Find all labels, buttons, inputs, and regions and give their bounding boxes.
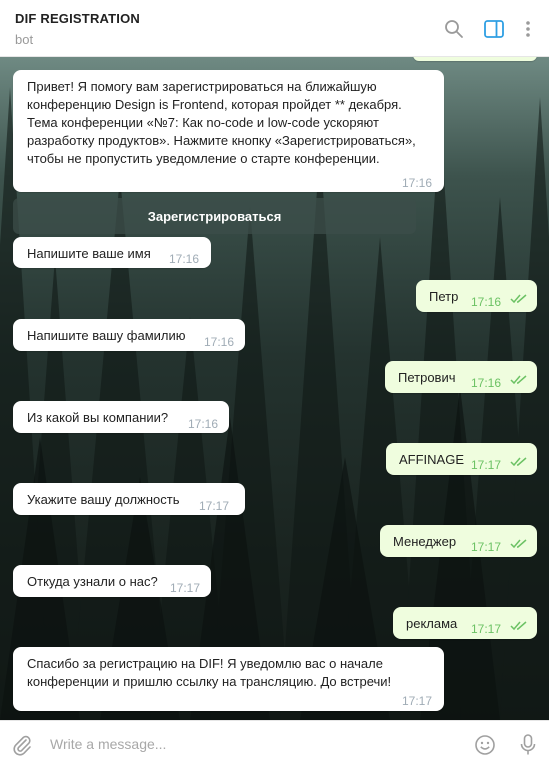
- message-bubble-out[interactable]: Петрович 17:16: [385, 361, 537, 393]
- message-time: 17:17: [471, 622, 502, 636]
- read-checkmarks-icon: [510, 294, 527, 304]
- attach-paperclip-icon[interactable]: [10, 733, 34, 757]
- chat-title[interactable]: DIF REGISTRATION: [15, 11, 140, 26]
- message-bubble-in[interactable]: Напишите вашу фамилию 17:16: [13, 319, 245, 351]
- message-time: 17:17: [170, 581, 201, 595]
- message-time: 17:17: [471, 458, 502, 472]
- message-bubble-farewell[interactable]: Спасибо за регистрацию на DIF! Я уведомл…: [13, 647, 444, 711]
- chat-history[interactable]: Привет! Я помогу вам зарегистрироваться …: [0, 57, 549, 720]
- message-bubble-welcome[interactable]: Привет! Я помогу вам зарегистрироваться …: [13, 70, 444, 192]
- read-checkmarks-icon: [510, 621, 527, 631]
- more-menu-icon[interactable]: [517, 18, 539, 40]
- message-text: AFFINAGE: [399, 452, 465, 467]
- read-checkmarks-icon: [510, 539, 527, 549]
- message-bubble-out[interactable]: Менеджер 17:17: [380, 525, 537, 557]
- message-time: 17:17: [199, 499, 230, 513]
- message-time: 17:17: [471, 540, 502, 554]
- message-bubble-in[interactable]: Напишите ваше имя 17:16: [13, 237, 211, 268]
- read-checkmarks-icon: [510, 375, 527, 385]
- message-time: 17:16: [471, 376, 502, 390]
- message-text: Привет! Я помогу вам зарегистрироваться …: [27, 79, 416, 166]
- partial-message-bubble: [413, 57, 537, 61]
- message-text: Из какой вы компании?: [27, 410, 169, 425]
- message-time: 17:16: [169, 252, 200, 266]
- message-time: 17:17: [402, 694, 433, 708]
- message-text: Менеджер: [393, 534, 457, 549]
- message-bubble-in[interactable]: Откуда узнали о нас? 17:17: [13, 565, 211, 597]
- message-bubble-out[interactable]: AFFINAGE 17:17: [386, 443, 537, 475]
- message-text: реклама: [406, 616, 458, 631]
- message-text: Укажите вашу должность: [27, 492, 180, 507]
- message-text: Петр: [429, 289, 459, 304]
- sidebar-toggle-icon[interactable]: [483, 18, 505, 40]
- message-input[interactable]: [50, 731, 450, 757]
- message-composer: [0, 720, 549, 767]
- read-checkmarks-icon: [510, 457, 527, 467]
- message-time: 17:16: [204, 335, 235, 349]
- chat-subtitle: bot: [15, 32, 34, 47]
- chat-header: DIF REGISTRATION bot: [0, 0, 549, 57]
- message-text: Напишите ваше имя: [27, 246, 151, 261]
- message-time: 17:16: [471, 295, 502, 309]
- message-text: Откуда узнали о нас?: [27, 574, 158, 589]
- message-bubble-out[interactable]: Петр 17:16: [416, 280, 537, 312]
- message-time: 17:16: [402, 176, 433, 190]
- microphone-icon[interactable]: [516, 733, 540, 757]
- register-button[interactable]: Зарегистрироваться: [13, 198, 416, 234]
- message-text: Спасибо за регистрацию на DIF! Я уведомл…: [27, 656, 392, 689]
- message-text: Напишите вашу фамилию: [27, 328, 186, 343]
- emoji-icon[interactable]: [473, 733, 497, 757]
- message-text: Петрович: [398, 370, 456, 385]
- message-bubble-in[interactable]: Из какой вы компании? 17:16: [13, 401, 229, 433]
- message-time: 17:16: [188, 417, 219, 431]
- message-bubble-in[interactable]: Укажите вашу должность 17:17: [13, 483, 245, 515]
- search-icon[interactable]: [443, 18, 465, 40]
- message-bubble-out[interactable]: реклама 17:17: [393, 607, 537, 639]
